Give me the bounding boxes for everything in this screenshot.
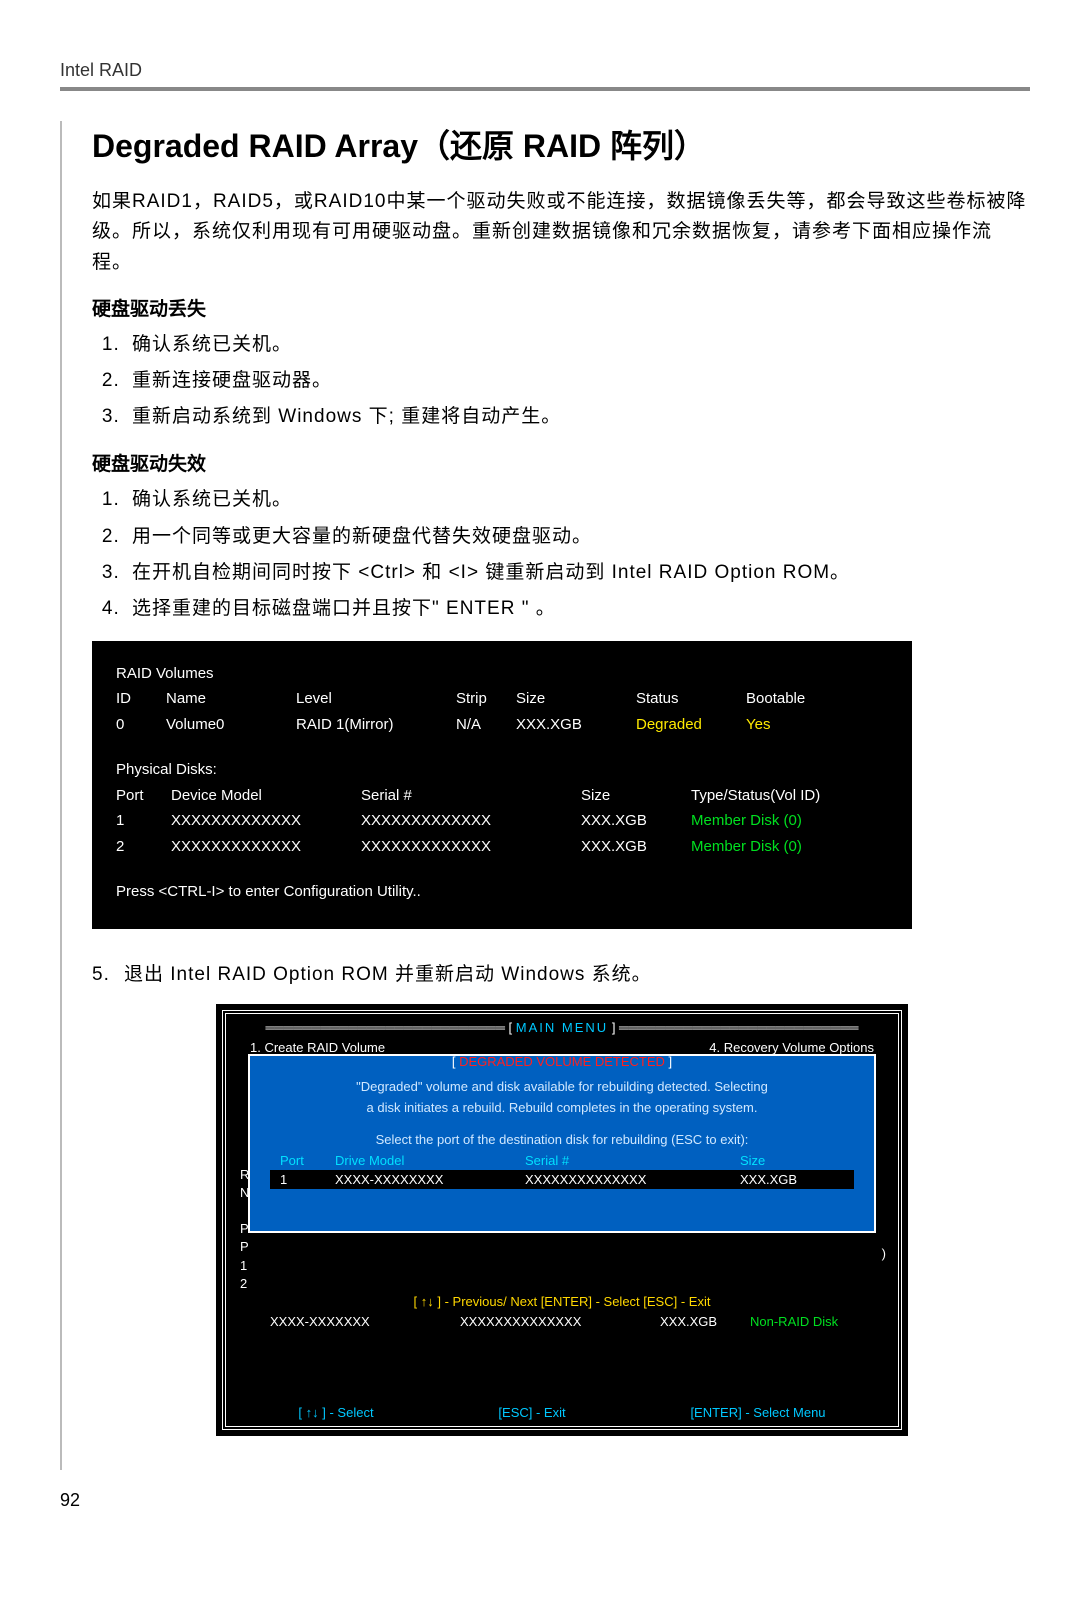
steps-missing: 确认系统已关机。 重新连接硬盘驱动器。 重新启动系统到 Windows 下; 重… (92, 327, 1030, 435)
subhead-failed: 硬盘驱动失效 (92, 449, 1030, 476)
pd-header-row: Port Device Model Serial # Size Type/Sta… (116, 783, 888, 809)
dialog-select-hint: Select the port of the destination disk … (270, 1132, 854, 1147)
menu-item-recovery[interactable]: 4. Recovery Volume Options (709, 1040, 874, 1055)
line: a disk initiates a rebuild. Rebuild comp… (270, 1098, 854, 1119)
bracket: ] (669, 1054, 673, 1069)
main-menu-title: ══════════════════════════ [ MAIN MENU ]… (226, 1020, 898, 1035)
col: Name (166, 686, 296, 712)
step-5: 5.退出 Intel RAID Option ROM 并重新启动 Windows… (92, 959, 1030, 986)
footer-key-hints: [ ↑↓ ] - Select [ESC] - Exit [ENTER] - S… (226, 1405, 898, 1420)
step: 确认系统已关机。 (126, 327, 1030, 363)
raid-volumes-label: RAID Volumes (116, 661, 888, 687)
cell: XXXXXXXXXXXXXX (460, 1314, 660, 1329)
content-area: Degraded RAID Array（还原 RAID 阵列） 如果RAID1，… (60, 121, 1030, 1470)
cell: XXX.XGB (660, 1314, 750, 1329)
section-title: Degraded RAID Array（还原 RAID 阵列） (92, 121, 1030, 167)
col: Drive Model (335, 1153, 525, 1168)
col: Serial # (525, 1153, 740, 1168)
dialog-key-hints: [ ↑↓ ] - Previous/ Next [ENTER] - Select… (226, 1294, 898, 1309)
cell: XXX.XGB (516, 712, 636, 738)
cell: N/A (456, 712, 516, 738)
status-degraded: Degraded (636, 712, 746, 738)
cell: XXXXXXXXXXXXX (361, 808, 581, 834)
col: Port (280, 1153, 335, 1168)
line: "Degraded" volume and disk available for… (270, 1077, 854, 1098)
dialog-table-head: Port Drive Model Serial # Size (270, 1153, 854, 1168)
dialog-title-text: DEGRADED VOLUME DETECTED (455, 1054, 668, 1069)
press-hint: Press <CTRL-I> to enter Configuration Ut… (116, 879, 888, 905)
physical-disks-label: Physical Disks: (116, 757, 888, 783)
right-paren: ) (882, 1246, 886, 1261)
col: ID (116, 686, 166, 712)
cell: RAID 1(Mirror) (296, 712, 456, 738)
cell: 1 (280, 1172, 335, 1187)
hint-select: [ ↑↓ ] - Select (298, 1405, 373, 1420)
dialog-title: [ DEGRADED VOLUME DETECTED ] (270, 1054, 854, 1069)
cell: 2 (116, 834, 171, 860)
cell: XXX.XGB (581, 808, 691, 834)
col: Level (296, 686, 456, 712)
bootable: Yes (746, 712, 836, 738)
cell: XXX.XGB (581, 834, 691, 860)
cell: XXXXXXXXXXXXX (361, 834, 581, 860)
rv-data-row: 0 Volume0 RAID 1(Mirror) N/A XXX.XGB Deg… (116, 712, 888, 738)
subhead-missing: 硬盘驱动丢失 (92, 294, 1030, 321)
non-raid-disk: Non-RAID Disk (750, 1314, 838, 1329)
pd-row: 2 XXXXXXXXXXXXX XXXXXXXXXXXXX XXX.XGB Me… (116, 834, 888, 860)
col: Size (516, 686, 636, 712)
cell: 0 (116, 712, 166, 738)
step: 在开机自检期间同时按下 <Ctrl> 和 <I> 键重新启动到 Intel RA… (126, 555, 1030, 591)
col: Bootable (746, 686, 836, 712)
degraded-dialog: [ DEGRADED VOLUME DETECTED ] "Degraded" … (248, 1054, 876, 1234)
cell (250, 1314, 270, 1329)
col: Size (581, 783, 691, 809)
cell: 1 (116, 808, 171, 834)
bracket: ] ══════════════════════════ (612, 1020, 859, 1035)
dialog-selected-row[interactable]: 1 XXXX-XXXXXXXX XXXXXXXXXXXXXX XXX.XGB (270, 1170, 854, 1189)
member-disk: Member Disk (0) (691, 808, 871, 834)
step: 用一个同等或更大容量的新硬盘代替失效硬盘驱动。 (126, 519, 1030, 555)
step: 选择重建的目标磁盘端口并且按下" ENTER " 。 (126, 591, 1030, 627)
steps-failed: 确认系统已关机。 用一个同等或更大容量的新硬盘代替失效硬盘驱动。 在开机自检期间… (92, 482, 1030, 626)
menu-item-create[interactable]: 1. Create RAID Volume (250, 1040, 385, 1055)
menu-items: 1. Create RAID Volume 4. Recovery Volume… (250, 1040, 874, 1055)
option-rom-console: ══════════════════════════ [ MAIN MENU ]… (222, 1010, 902, 1430)
col: Size (740, 1153, 820, 1168)
main-menu-label: MAIN MENU (516, 1020, 608, 1035)
intro-paragraph: 如果RAID1，RAID5，或RAID10中某一个驱动失败或不能连接，数据镜像丢… (92, 187, 1030, 278)
col: Serial # (361, 783, 581, 809)
hint-exit: [ESC] - Exit (498, 1405, 565, 1420)
cell: XXXXXXXXXXXXX (171, 834, 361, 860)
cell: XXX.XGB (740, 1172, 820, 1187)
background-row: XXXX-XXXXXXX XXXXXXXXXXXXXX XXX.XGB Non-… (250, 1314, 838, 1329)
header-rule (60, 87, 1030, 91)
char: 2 (240, 1275, 249, 1293)
cell: Volume0 (166, 712, 296, 738)
cell: XXXXXXXXXXXXX (171, 808, 361, 834)
hint-enter: [ENTER] - Select Menu (690, 1405, 825, 1420)
col: Status (636, 686, 746, 712)
cell: XXXXXXXXXXXXXX (525, 1172, 740, 1187)
cell: XXXX-XXXXXXXX (335, 1172, 525, 1187)
rv-header-row: ID Name Level Strip Size Status Bootable (116, 686, 888, 712)
bracket: ══════════════════════════ [ (265, 1020, 512, 1035)
char: P (240, 1238, 249, 1256)
step: 确认系统已关机。 (126, 482, 1030, 518)
col: Port (116, 783, 171, 809)
step: 重新启动系统到 Windows 下; 重建将自动产生。 (126, 399, 1030, 435)
col: Strip (456, 686, 516, 712)
col: Type/Status(Vol ID) (691, 783, 871, 809)
char: 1 (240, 1257, 249, 1275)
page-number: 92 (60, 1490, 1030, 1511)
dialog-text: "Degraded" volume and disk available for… (270, 1077, 854, 1119)
raid-status-console: RAID Volumes ID Name Level Strip Size St… (92, 641, 912, 929)
pd-row: 1 XXXXXXXXXXXXX XXXXXXXXXXXXX XXX.XGB Me… (116, 808, 888, 834)
member-disk: Member Disk (0) (691, 834, 871, 860)
step-number: 5. (92, 964, 124, 986)
page-header: Intel RAID (60, 60, 1030, 81)
col: Device Model (171, 783, 361, 809)
step-text: 退出 Intel RAID Option ROM 并重新启动 Windows 系… (124, 964, 652, 985)
step: 重新连接硬盘驱动器。 (126, 363, 1030, 399)
cell: XXXX-XXXXXXX (270, 1314, 460, 1329)
